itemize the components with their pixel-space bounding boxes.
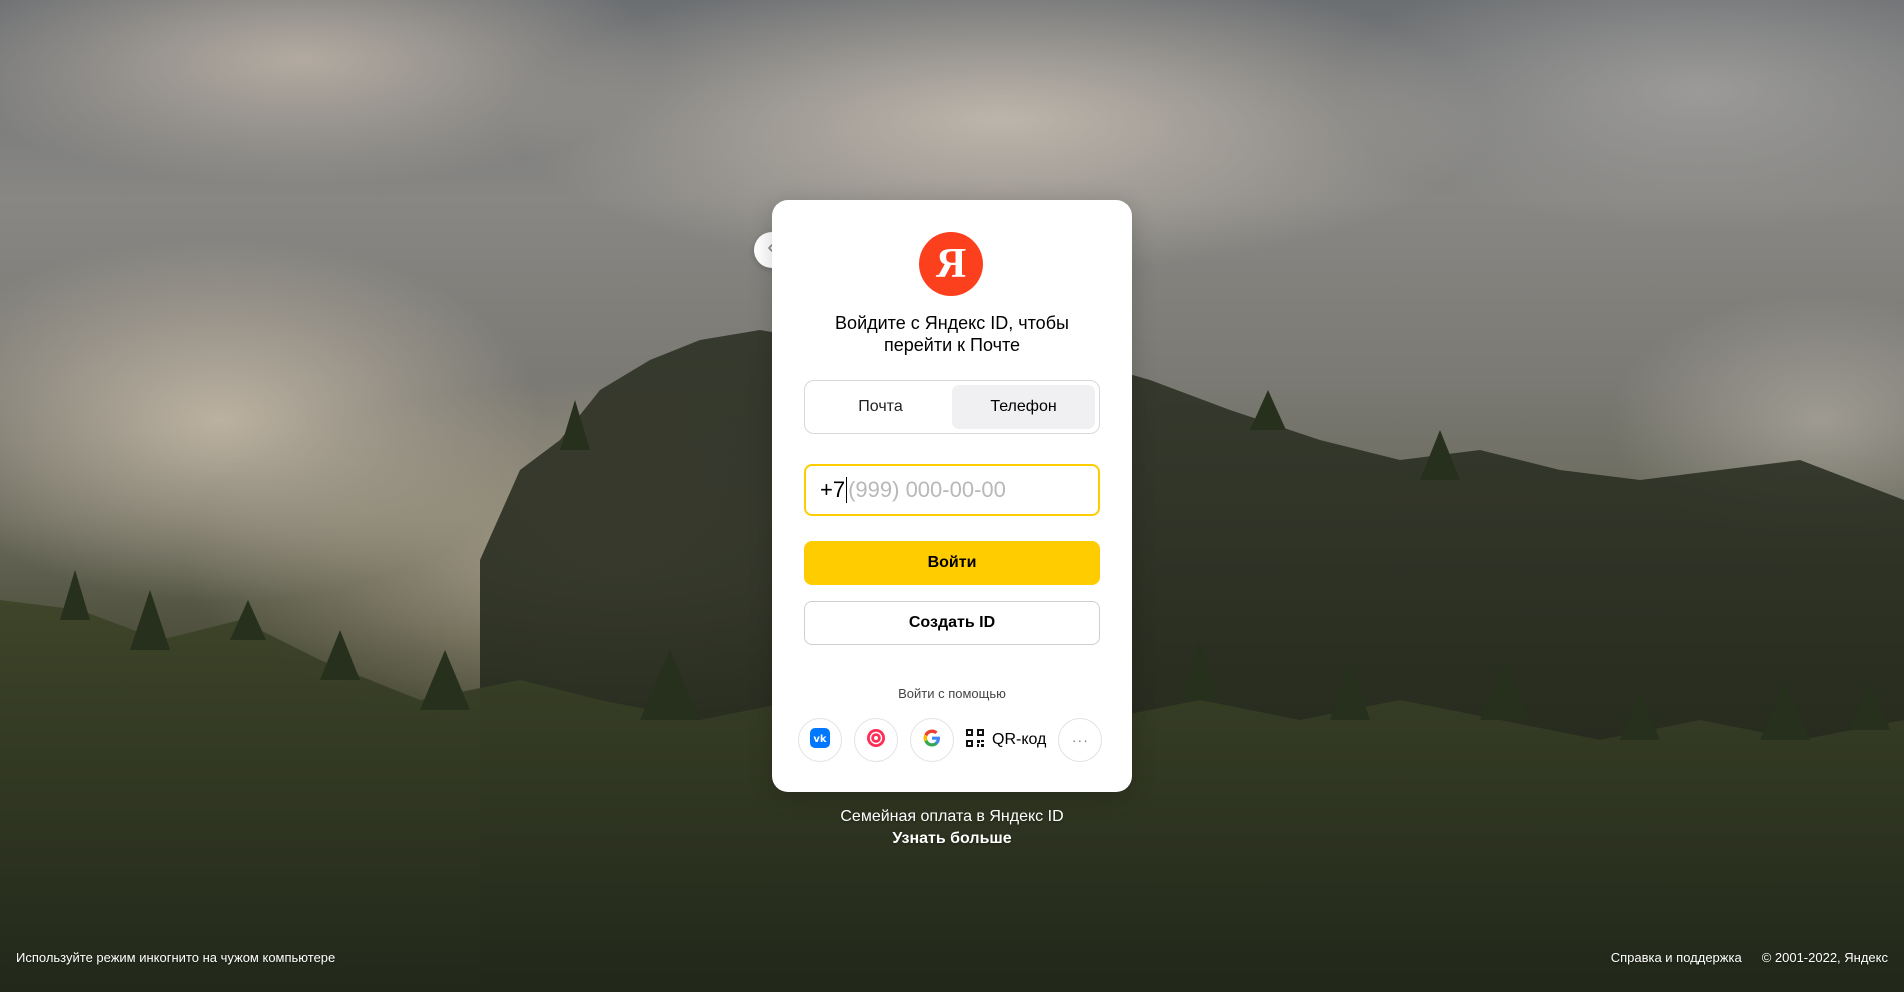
create-id-button[interactable]: Создать ID (804, 601, 1100, 645)
yandex-logo: Я (919, 232, 983, 296)
login-button[interactable]: Войти (804, 541, 1100, 585)
google-login-button[interactable] (910, 718, 954, 762)
qr-label: QR-код (992, 731, 1047, 748)
promo-text: Семейная оплата в Яндекс ID (840, 808, 1064, 825)
vk-login-button[interactable]: vk (798, 718, 842, 762)
copyright: © 2001-2022, Яндекс (1761, 950, 1888, 965)
more-login-options-button[interactable]: ··· (1058, 718, 1103, 762)
phone-prefix: +7 (820, 477, 846, 502)
sber-login-button[interactable] (854, 718, 898, 762)
phone-placeholder: (999) 000-00-00 (848, 477, 1006, 502)
more-dots-icon: ··· (1071, 732, 1089, 748)
phone-input[interactable]: +7 (999) 000-00-00 (804, 464, 1100, 516)
text-caret (846, 477, 848, 503)
promo-block: Семейная оплата в Яндекс ID Узнать больш… (772, 806, 1132, 850)
google-icon (922, 728, 942, 753)
login-card: Я Войдите с Яндекс ID, чтобы перейти к П… (772, 200, 1132, 792)
help-link[interactable]: Справка и поддержка (1611, 950, 1742, 965)
tab-mail[interactable]: Почта (809, 385, 952, 429)
qr-code-icon (966, 728, 984, 752)
sber-icon (866, 728, 886, 753)
login-title: Войдите с Яндекс ID, чтобы перейти к Поч… (835, 313, 1069, 355)
social-login-label: Войти с помощью (898, 686, 1006, 701)
footer-links: Справка и поддержка © 2001-2022, Яндекс (1611, 950, 1888, 965)
login-method-tabs: Почта Телефон (804, 380, 1100, 434)
yandex-logo-letter: Я (935, 241, 967, 287)
promo-learn-more-link[interactable]: Узнать больше (772, 828, 1132, 850)
svg-text:vk: vk (813, 734, 827, 745)
tab-phone[interactable]: Телефон (952, 385, 1095, 429)
qr-login-button[interactable]: QR-код (966, 718, 1046, 762)
incognito-hint: Используйте режим инкогнито на чужом ком… (16, 950, 336, 965)
vk-icon: vk (810, 727, 830, 753)
social-login-row: vk QR-код ··· (798, 718, 1103, 762)
